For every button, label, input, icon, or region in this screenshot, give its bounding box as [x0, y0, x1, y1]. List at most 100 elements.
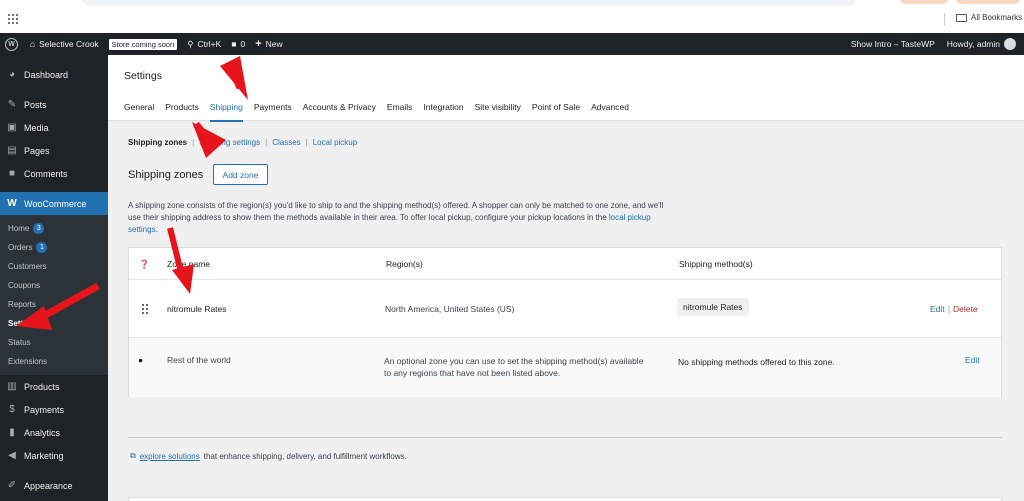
help-icon[interactable]: ❓ — [139, 259, 150, 270]
plus-icon: + — [255, 38, 262, 50]
subnav-separator: | — [192, 138, 195, 147]
edit-zone-link[interactable]: Edit — [965, 355, 980, 365]
wordpress-logo-icon[interactable]: W — [5, 37, 18, 51]
submenu-home[interactable]: Home 3 — [0, 219, 108, 238]
wp-admin-bar: W ⌂ Selective Crook Store coming soon ⚲ … — [0, 33, 1024, 55]
shipping-zones-description: A shipping zone consists of the region(s… — [128, 200, 668, 236]
apps-grid-icon[interactable] — [8, 14, 18, 24]
settings-tabs: General Products Shipping Payments Accou… — [124, 102, 640, 122]
sidebar-item-label: Appearance — [24, 480, 73, 491]
howdy-label: Howdy, admin — [946, 39, 1000, 49]
dashboard-icon: ◕ — [8, 69, 16, 80]
tab-integration[interactable]: Integration — [423, 102, 463, 122]
sidebar-item-marketing[interactable]: ◀ Marketing — [0, 444, 108, 467]
tab-point-of-sale[interactable]: Point of Sale — [532, 102, 580, 122]
sidebar-item-comments[interactable]: ■ Comments — [0, 162, 108, 185]
sidebar-item-label: Comments — [24, 168, 68, 179]
submenu-customers[interactable]: Customers — [0, 257, 108, 276]
subnav-separator: | — [265, 138, 268, 147]
bottom-panel — [128, 497, 1002, 501]
subnav-classes[interactable]: Classes — [272, 138, 300, 147]
external-link-icon: ⧉ — [130, 451, 136, 460]
extension-pill[interactable] — [956, 0, 1020, 4]
globe-icon: ● — [138, 355, 144, 365]
table-row: ● Rest of the world An optional zone you… — [129, 338, 1001, 397]
zone-name[interactable]: nitromule Rates — [167, 304, 227, 314]
command-search[interactable]: ⚲ Ctrl+K — [187, 39, 221, 50]
howdy-account[interactable]: Howdy, admin — [947, 38, 1016, 50]
show-intro-link[interactable]: Show Intro – TasteWP — [851, 39, 935, 49]
sidebar-item-products[interactable]: ▥ Products — [0, 375, 108, 398]
comment-icon: ■ — [8, 168, 16, 179]
header-regions: Region(s) — [386, 259, 423, 269]
shipping-zones-heading: Shipping zones — [128, 169, 204, 181]
sidebar-item-woocommerce[interactable]: W WooCommerce — [0, 192, 108, 215]
sidebar-item-analytics[interactable]: ▮ Analytics — [0, 421, 108, 444]
sidebar-item-label: Payments — [24, 404, 65, 415]
site-name: Selective Crook — [39, 39, 99, 49]
search-icon: ⚲ — [187, 38, 194, 49]
drag-handle-icon[interactable] — [142, 304, 148, 314]
sidebar-item-posts[interactable]: ✎ Posts — [0, 93, 108, 116]
all-bookmarks[interactable]: All Bookmarks — [956, 13, 1022, 22]
description-end: . — [155, 225, 158, 234]
submenu-orders[interactable]: Orders 1 — [0, 238, 108, 257]
bookmarks-divider — [944, 13, 945, 25]
sidebar-item-label: Posts — [24, 99, 47, 110]
submenu-coupons[interactable]: Coupons — [0, 276, 108, 295]
sidebar-item-pages[interactable]: ▤ Pages — [0, 139, 108, 162]
new-label: New — [265, 39, 283, 49]
tab-products[interactable]: Products — [165, 102, 199, 122]
avatar — [1004, 38, 1016, 50]
all-bookmarks-label: All Bookmarks — [971, 13, 1023, 22]
shipping-subnav: Shipping zones | Shipping settings | Cla… — [128, 138, 357, 147]
subnav-shipping-zones[interactable]: Shipping zones — [128, 138, 187, 147]
sidebar-item-payments[interactable]: $ Payments — [0, 398, 108, 421]
add-zone-button[interactable]: Add zone — [213, 164, 268, 185]
orders-count-badge: 1 — [36, 242, 48, 253]
edit-zone-link[interactable]: Edit — [930, 304, 945, 314]
submenu-settings[interactable]: Settings — [0, 314, 108, 333]
site-name-link[interactable]: ⌂ Selective Crook — [30, 39, 99, 49]
explore-solutions-link[interactable]: explore solutions — [140, 452, 200, 461]
table-header: ❓ Zone name Region(s) Shipping method(s) — [129, 248, 1001, 280]
folder-icon — [956, 13, 967, 22]
tab-emails[interactable]: Emails — [387, 102, 413, 122]
subnav-local-pickup[interactable]: Local pickup — [313, 138, 357, 147]
products-icon: ▥ — [7, 381, 17, 392]
action-separator: | — [948, 304, 951, 314]
tab-general[interactable]: General — [124, 102, 154, 122]
profile-pill[interactable] — [900, 0, 948, 4]
media-icon: ▣ — [7, 122, 17, 133]
sidebar-item-appearance[interactable]: ✐ Appearance — [0, 474, 108, 497]
sidebar-item-label: Media — [24, 122, 49, 133]
home-icon: ⌂ — [30, 39, 36, 49]
submenu-reports[interactable]: Reports — [0, 295, 108, 314]
address-bar[interactable] — [82, 0, 856, 6]
main-content: Settings General Products Shipping Payme… — [108, 55, 1024, 501]
delete-zone-link[interactable]: Delete — [953, 304, 978, 314]
subnav-shipping-settings[interactable]: Shipping settings — [199, 138, 260, 147]
comments-link[interactable]: ■ 0 — [231, 39, 245, 49]
payments-icon: $ — [9, 404, 15, 415]
tab-shipping[interactable]: Shipping — [209, 102, 243, 122]
browser-toolbar: All Bookmarks — [0, 0, 1024, 33]
page-icon: ▤ — [7, 145, 17, 156]
sidebar-item-dashboard[interactable]: ◕ Dashboard — [0, 63, 108, 86]
tab-payments[interactable]: Payments — [254, 102, 292, 122]
new-content-link[interactable]: + New — [255, 38, 282, 50]
admin-sidebar: ◕ Dashboard ✎ Posts ▣ Media ▤ Pages ■ Co… — [0, 55, 108, 501]
tab-site-visibility[interactable]: Site visibility — [475, 102, 521, 122]
submenu-status[interactable]: Status — [0, 333, 108, 352]
tab-accounts-privacy[interactable]: Accounts & Privacy — [303, 102, 376, 122]
footer-text: that enhance shipping, delivery, and ful… — [203, 451, 407, 461]
brush-icon: ✐ — [7, 480, 17, 491]
store-status-badge[interactable]: Store coming soon — [108, 38, 178, 50]
pin-icon: ✎ — [7, 99, 17, 110]
footer-note: ⧉ explore solutions that enhance shippin… — [130, 451, 407, 461]
sidebar-item-label: Pages — [24, 145, 50, 156]
sidebar-item-media[interactable]: ▣ Media — [0, 116, 108, 139]
submenu-extensions[interactable]: Extensions — [0, 352, 108, 371]
tab-advanced[interactable]: Advanced — [591, 102, 629, 122]
sidebar-item-label: Products — [24, 381, 60, 392]
